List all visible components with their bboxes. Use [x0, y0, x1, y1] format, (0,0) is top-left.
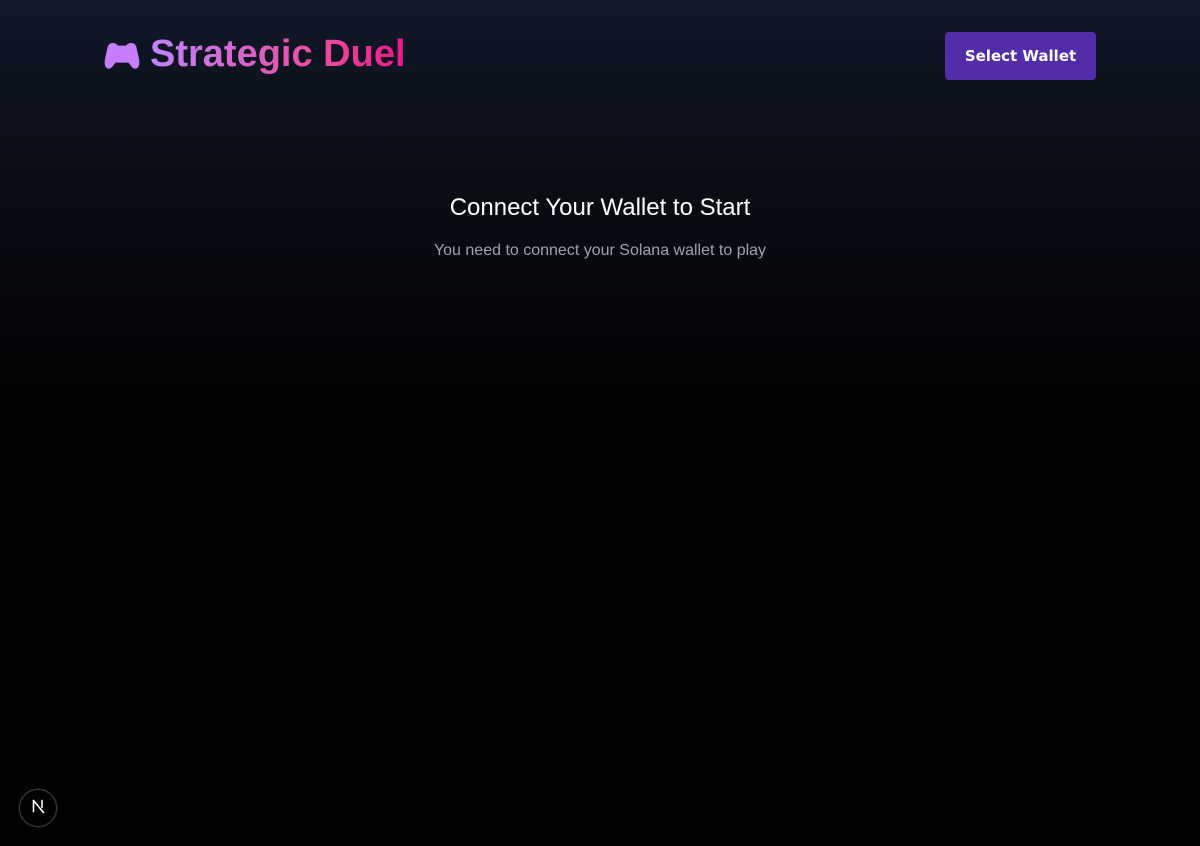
app-title: Strategic Duel [150, 30, 406, 78]
brand: Strategic Duel [104, 33, 406, 78]
connect-wallet-prompt: Connect Your Wallet to Start You need to… [0, 190, 1200, 261]
select-wallet-button[interactable]: Select Wallet [945, 32, 1096, 80]
gamepad-icon [104, 40, 140, 72]
nextjs-logo-icon [30, 798, 46, 819]
connect-heading: Connect Your Wallet to Start [449, 194, 751, 221]
app-header: Strategic Duel Select Wallet [104, 32, 1096, 80]
connect-subtext: You need to connect your Solana wallet t… [433, 242, 767, 259]
nextjs-dev-indicator[interactable] [19, 789, 57, 827]
